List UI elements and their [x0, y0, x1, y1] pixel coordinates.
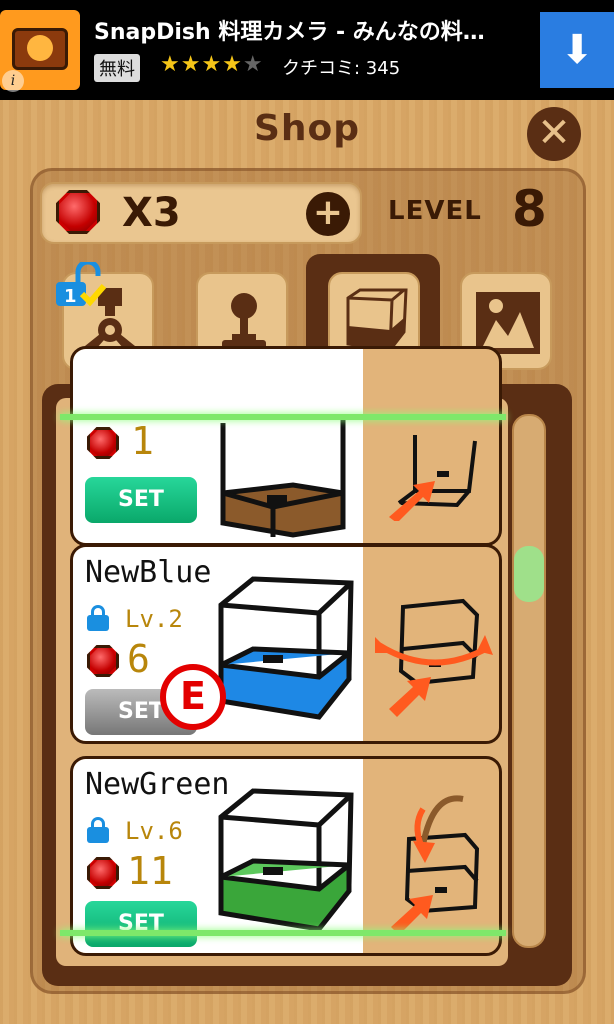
e-badge: E — [160, 664, 226, 730]
set-button[interactable]: SET — [85, 477, 197, 523]
item-level: Lv.2 — [125, 605, 183, 633]
review-count: クチコミ: 345 — [282, 58, 401, 79]
item-price: 11 — [127, 849, 173, 893]
scroll-thumb[interactable] — [514, 546, 544, 602]
drop-animation-icon — [391, 795, 480, 935]
cabinet-preview — [218, 788, 354, 932]
item-price: 1 — [131, 419, 154, 463]
set-button[interactable]: SET — [85, 901, 197, 947]
level-label: LEVEL — [388, 196, 482, 226]
add-gems-button[interactable]: + — [306, 192, 350, 236]
unlock-badge-icon: 1 — [52, 259, 107, 310]
move-animation-icon — [389, 435, 477, 521]
page-title: Shop — [253, 108, 361, 149]
unlock-icon — [87, 605, 109, 631]
ad-banner[interactable]: i SnapDish 料理カメラ - みんなの料… 無料 ★★★★★ クチコミ:… — [0, 0, 614, 100]
item-name: NewBlue — [85, 555, 212, 590]
item-price: 6 — [127, 637, 150, 681]
item-level: Lv.6 — [125, 817, 183, 845]
download-icon[interactable]: ⬇ — [540, 12, 614, 88]
unlock-icon — [87, 817, 109, 843]
ad-title[interactable]: SnapDish 料理カメラ - みんなの料… — [94, 14, 485, 46]
list-item[interactable]: NewBlue Lv.2 6 SET — [70, 544, 502, 744]
gem-icon — [56, 190, 100, 234]
level-value: 8 — [512, 180, 547, 238]
rating-stars: ★★★★★ — [160, 52, 264, 77]
rotate-animation-icon — [375, 598, 493, 717]
svg-text:1: 1 — [64, 286, 77, 307]
selection-bottom — [60, 930, 506, 936]
list-item[interactable]: 1 SET — [70, 346, 502, 546]
list-item[interactable]: NewGreen Lv.6 11 SET — [70, 756, 502, 956]
selection-top — [60, 414, 506, 420]
info-icon[interactable]: i — [2, 70, 24, 92]
item-name: NewGreen — [85, 767, 230, 802]
scrollbar[interactable] — [512, 414, 546, 948]
cabinet-preview — [218, 576, 354, 720]
free-label: 無料 — [94, 54, 140, 82]
gem-count: X3 — [122, 190, 181, 236]
close-button[interactable]: ✕ — [527, 107, 581, 161]
cabinet-preview — [220, 417, 346, 538]
